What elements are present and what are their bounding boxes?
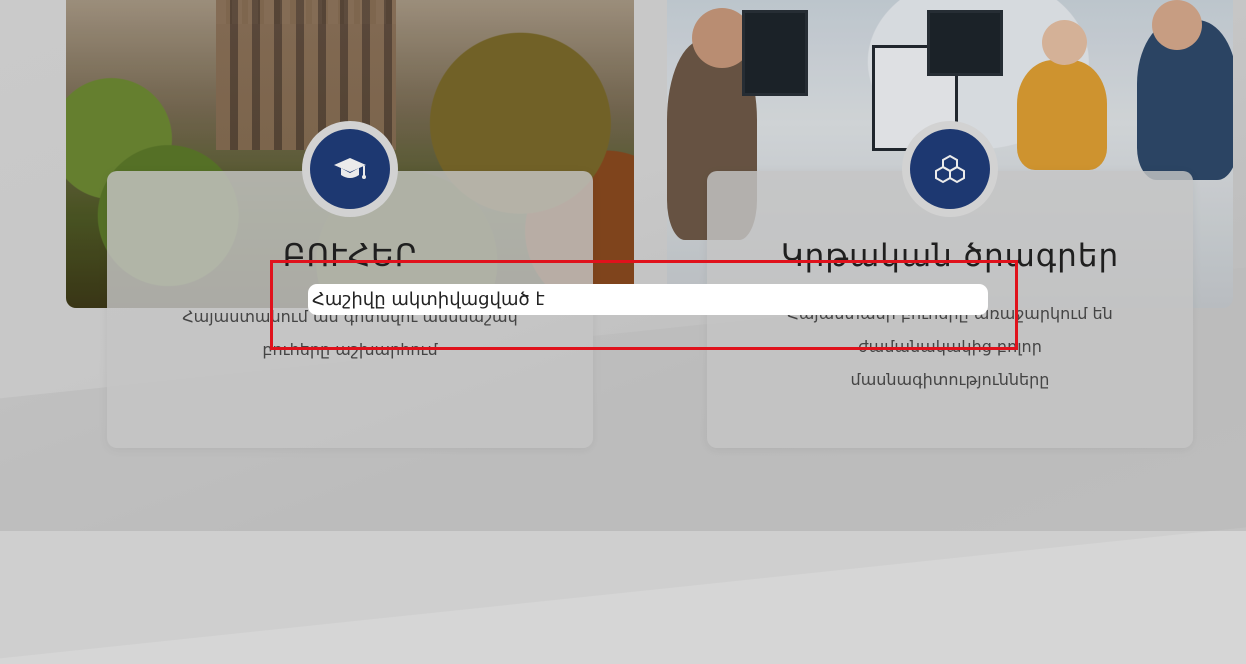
cubes-icon — [902, 121, 998, 217]
highlight-annotation — [270, 260, 1018, 350]
graduation-cap-icon — [302, 121, 398, 217]
